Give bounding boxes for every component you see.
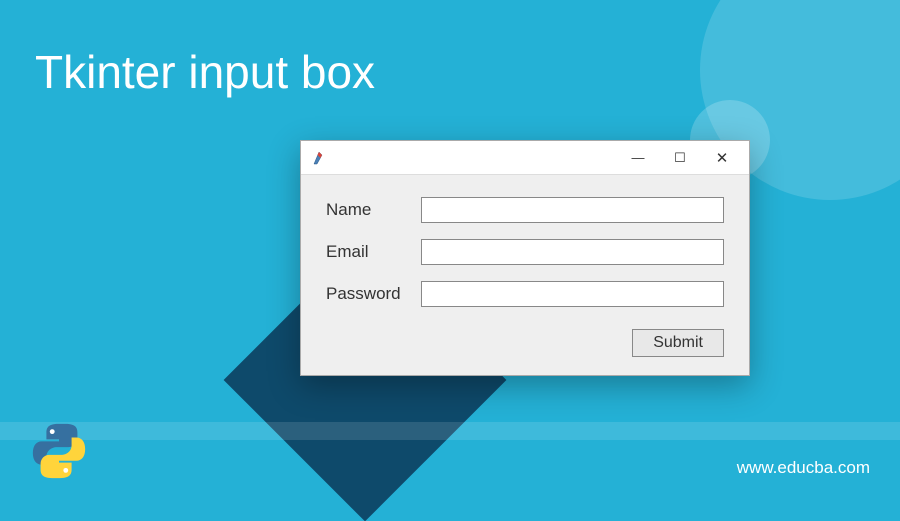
email-label: Email [326,242,421,262]
close-icon: ✕ [716,149,729,167]
email-field[interactable] [421,239,724,265]
page-title: Tkinter input box [35,45,375,99]
close-button[interactable]: ✕ [701,143,743,173]
window-titlebar: — ☐ ✕ [301,141,749,175]
form-row-name: Name [326,197,724,223]
password-field[interactable] [421,281,724,307]
name-label: Name [326,200,421,220]
minimize-icon: — [632,150,645,165]
bg-decoration-stripe [0,422,900,440]
tkinter-window: — ☐ ✕ Name Email Password Submit [300,140,750,376]
password-label: Password [326,284,421,304]
submit-row: Submit [326,329,724,357]
form-body: Name Email Password Submit [301,175,749,375]
submit-button[interactable]: Submit [632,329,724,357]
maximize-button[interactable]: ☐ [659,143,701,173]
name-field[interactable] [421,197,724,223]
website-url: www.educba.com [737,458,870,478]
minimize-button[interactable]: — [617,143,659,173]
tk-feather-icon [311,150,327,166]
python-logo-icon [28,420,90,482]
form-row-email: Email [326,239,724,265]
maximize-icon: ☐ [674,150,686,166]
form-row-password: Password [326,281,724,307]
